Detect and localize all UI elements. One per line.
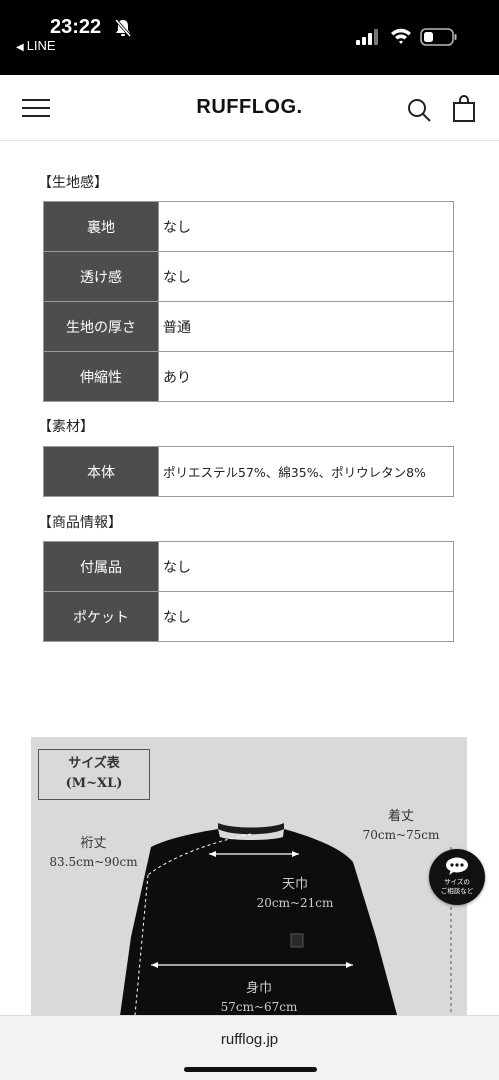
site-header: RUFFLOG.: [0, 75, 499, 141]
url-text[interactable]: rufflog.jp: [0, 1031, 499, 1048]
size-consult-button[interactable]: サイズの ご相談など: [429, 849, 485, 905]
table-key: 付属品: [43, 541, 159, 592]
consult-line1: サイズの: [444, 878, 470, 886]
back-app-label: LINE: [26, 38, 56, 53]
table-value: あり: [158, 351, 454, 402]
table-key: 裏地: [43, 201, 159, 252]
neck-width-label: 天巾: [281, 877, 308, 892]
status-bar: 23:22 ◀ LINE: [0, 0, 499, 75]
table-key: 生地の厚さ: [43, 301, 159, 352]
table-row: 透け感 なし: [43, 251, 454, 302]
table-row: 付属品 なし: [43, 541, 454, 592]
table-row: ポケット なし: [43, 591, 454, 642]
sleeve-label-group: 裄丈 83.5cm~90cm: [41, 832, 146, 869]
product-info-section-title: 【商品情報】: [38, 515, 122, 531]
size-box-range: (M~XL): [65, 776, 123, 791]
table-row: 裏地 なし: [43, 201, 454, 252]
consult-button-text: サイズの ご相談など: [429, 878, 485, 896]
table-row: 生地の厚さ 普通: [43, 301, 454, 352]
table-value: なし: [158, 251, 454, 302]
status-time: 23:22: [50, 16, 102, 38]
length-label-group: 着丈 70cm~75cm: [351, 805, 451, 842]
table-value: 普通: [158, 301, 454, 352]
fabric-section-title: 【生地感】: [38, 175, 108, 191]
consult-line2: ご相談など: [440, 887, 474, 895]
home-indicator[interactable]: [184, 1067, 317, 1072]
sleeve-value: 83.5cm~90cm: [49, 855, 138, 869]
material-section-title: 【素材】: [38, 419, 94, 435]
table-key: 透け感: [43, 251, 159, 302]
shopping-bag-icon[interactable]: [452, 95, 476, 123]
table-row: 本体 ポリエステル57%、綿35%、ポリウレタン8%: [43, 446, 454, 497]
length-label: 着丈: [387, 809, 414, 824]
battery-icon: [420, 28, 457, 46]
product-info-table: 付属品 なし ポケット なし: [43, 541, 454, 642]
size-range-box: サイズ表 (M~XL): [38, 749, 150, 800]
body-width-label-group: 身巾 57cm~67cm: [211, 977, 307, 1014]
table-value: なし: [158, 201, 454, 252]
body-width-label: 身巾: [245, 981, 272, 996]
length-value: 70cm~75cm: [362, 828, 440, 842]
bell-muted-icon: [114, 19, 132, 37]
table-row: 伸縮性 あり: [43, 351, 454, 402]
sleeve-label: 裄丈: [80, 836, 107, 851]
neck-width-value: 20cm~21cm: [256, 896, 334, 910]
table-key: 伸縮性: [43, 351, 159, 402]
size-box-title: サイズ表: [68, 756, 120, 771]
table-value: なし: [158, 591, 454, 642]
table-value: ポリエステル57%、綿35%、ポリウレタン8%: [158, 446, 454, 497]
search-icon[interactable]: [406, 97, 432, 123]
chat-bubble-icon: [446, 857, 468, 875]
fabric-table: 裏地 なし 透け感 なし 生地の厚さ 普通 伸縮性 あり: [43, 201, 454, 402]
table-key: 本体: [43, 446, 159, 497]
table-value: なし: [158, 541, 454, 592]
browser-url-bar[interactable]: rufflog.jp: [0, 1015, 499, 1080]
body-width-value: 57cm~67cm: [220, 1000, 298, 1014]
material-table: 本体 ポリエステル57%、綿35%、ポリウレタン8%: [43, 446, 454, 497]
signal-icon: [356, 29, 378, 45]
neck-width-label-group: 天巾 20cm~21cm: [249, 873, 341, 910]
table-key: ポケット: [43, 591, 159, 642]
wifi-icon: [391, 28, 411, 44]
back-to-app-link[interactable]: ◀ LINE: [16, 38, 56, 53]
